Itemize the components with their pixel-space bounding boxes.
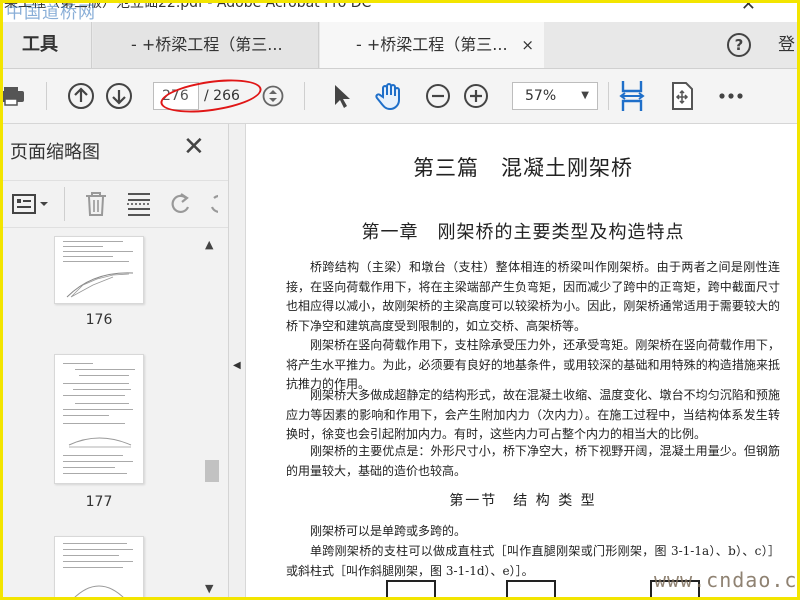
figure-frame (506, 580, 556, 600)
panel-title: 页面缩略图 (10, 142, 100, 163)
chapter-title: 第一章 刚架桥的主要类型及构造特点 (361, 222, 685, 243)
panel-close-icon[interactable]: ✕ (183, 132, 205, 162)
figure-frame (386, 580, 436, 600)
window-close-icon[interactable]: ✕ (741, 0, 756, 15)
delete-page-icon[interactable] (84, 191, 108, 221)
panel-collapse-strip[interactable]: ◀ (229, 124, 246, 600)
body-paragraph: 刚架桥可以是单跨或多跨的。 (310, 524, 467, 538)
main-toolbar: 276 / 266 57% ▼ (0, 69, 800, 124)
zoom-out-icon[interactable] (424, 69, 452, 123)
body-paragraph: 桥跨结构（主梁）和墩台（支柱）整体相连的桥梁叫作刚架桥。由于两者之间是刚性连接，… (286, 260, 780, 333)
select-cursor-icon[interactable] (328, 69, 354, 123)
scroll-up-icon[interactable]: ▲ (205, 238, 213, 251)
thumbnail-list: 176 177 (0, 228, 200, 600)
thumbnail-options-icon[interactable] (12, 193, 50, 219)
zoom-in-icon[interactable] (462, 69, 490, 123)
hand-tool-icon[interactable] (372, 69, 406, 123)
document-tab-2[interactable]: - +桥梁工程（第三... × (320, 22, 544, 68)
document-tab-1-label: - +桥梁工程（第三... (131, 35, 283, 54)
tab-bar: 工具 - +桥梁工程（第三... - +桥梁工程（第三... × ? 登 (0, 22, 800, 69)
thumbnail-scrollbar[interactable]: ▲ ▼ (202, 228, 220, 600)
rotate-page-icon[interactable] (168, 191, 194, 221)
page-thumbnail-177[interactable] (54, 354, 144, 484)
document-tab-1[interactable]: - +桥梁工程（第三... (93, 22, 319, 68)
title-bar: 梁工程（第三版）范立础22.pdf - Adobe Acrobat Pro DC… (0, 0, 800, 22)
full-screen-icon[interactable] (666, 69, 698, 123)
thumbnail-toolbar (0, 180, 228, 228)
scrollbar-thumb[interactable] (205, 460, 219, 482)
site-watermark: www.cndao.com (654, 568, 800, 592)
page-stepper-icon[interactable] (260, 69, 286, 123)
watermark-logo: 中国道桥网 (6, 3, 96, 22)
rotate-clockwise-icon[interactable] (206, 191, 218, 217)
tab-tools[interactable]: 工具 (0, 22, 92, 68)
fit-width-icon[interactable] (616, 69, 648, 123)
help-button[interactable]: ? (727, 33, 751, 57)
document-tab-2-label: - +桥梁工程（第三... (356, 35, 508, 54)
tab-close-icon[interactable]: × (521, 22, 534, 68)
login-link[interactable]: 登 (778, 22, 795, 68)
previous-page-icon[interactable] (66, 69, 96, 123)
collapse-left-icon[interactable]: ◀ (233, 360, 241, 371)
part-title: 第三篇 混凝土刚架桥 (413, 156, 633, 180)
page-thumbnail-176[interactable] (54, 236, 144, 304)
body-paragraph: 刚架桥大多做成超静定的结构形式，故在混凝土收缩、温度变化、墩台不均匀沉陷和预施应… (286, 388, 780, 442)
document-view[interactable]: 第三篇 混凝土刚架桥 第一章 刚架桥的主要类型及构造特点 桥跨结构（主梁）和墩台… (246, 124, 800, 600)
zoom-level-select[interactable]: 57% ▼ (512, 82, 598, 110)
page-thumbnail-178[interactable] (54, 536, 144, 600)
pdf-page: 第三篇 混凝土刚架桥 第一章 刚架桥的主要类型及构造特点 桥跨结构（主梁）和墩台… (246, 124, 800, 600)
chevron-down-icon: ▼ (581, 90, 589, 101)
print-icon[interactable] (0, 69, 28, 123)
next-page-icon[interactable] (104, 69, 134, 123)
thumbnail-page-number: 176 (85, 312, 113, 328)
more-options-icon[interactable] (716, 69, 746, 123)
insert-page-icon[interactable] (126, 191, 152, 221)
section-title: 第一节 结 构 类 型 (449, 493, 597, 509)
body-paragraph: 刚架桥的主要优点是：外形尺寸小，桥下净空大，桥下视野开阔，混凝土用量少。但钢筋的… (286, 444, 780, 478)
zoom-level-value: 57% (525, 88, 557, 104)
scroll-down-icon[interactable]: ▼ (205, 582, 213, 595)
page-thumbnails-panel: 页面缩略图 ✕ 176 177 ▲ ▼ (0, 124, 229, 600)
thumbnail-page-number: 177 (85, 494, 113, 510)
